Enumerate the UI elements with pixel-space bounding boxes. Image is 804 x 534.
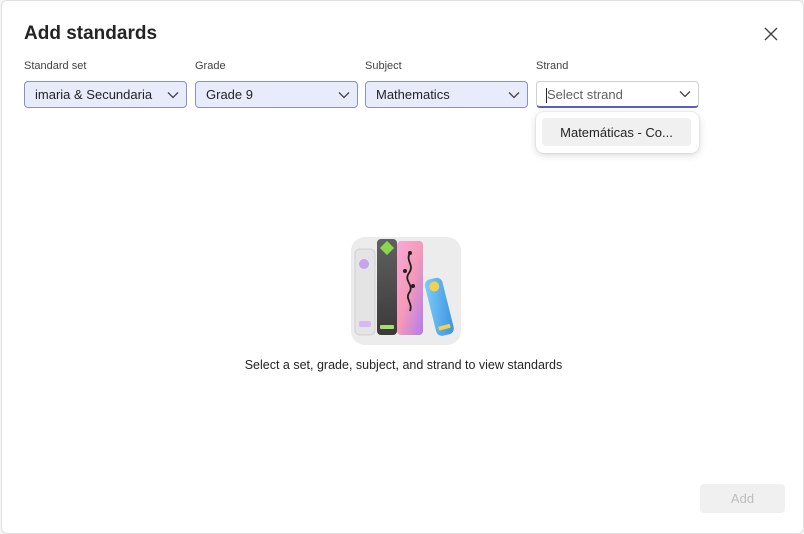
strand-label: Strand: [536, 60, 569, 72]
text-caret: [546, 87, 547, 103]
standard-set-value: imaria & Secundaria: [35, 87, 153, 102]
standard-set-select[interactable]: imaria & Secundaria: [24, 81, 187, 108]
subject-label: Subject: [365, 60, 402, 72]
strand-listbox: Matemáticas - Co...: [536, 112, 699, 153]
chevron-down-icon: [501, 91, 527, 99]
subject-select[interactable]: Mathematics: [365, 81, 528, 108]
chevron-down-icon: [331, 91, 357, 99]
grade-label: Grade: [195, 60, 226, 72]
add-button[interactable]: Add: [700, 484, 785, 513]
strand-placeholder-text: Select strand: [547, 86, 623, 102]
subject-value: Mathematics: [376, 87, 450, 102]
grade-select[interactable]: Grade 9: [195, 81, 358, 108]
empty-state-message: Select a set, grade, subject, and strand…: [244, 358, 563, 372]
standard-set-label: Standard set: [24, 60, 87, 72]
add-standards-dialog: Add standards Standard set imaria & Secu…: [1, 0, 804, 534]
close-button[interactable]: [760, 23, 782, 45]
chevron-down-icon: [672, 90, 698, 98]
strand-combobox[interactable]: Select strand: [536, 81, 699, 108]
close-icon: [764, 27, 778, 41]
grade-value: Grade 9: [206, 87, 253, 102]
dialog-title: Add standards: [24, 23, 158, 44]
chevron-down-icon: [160, 91, 186, 99]
books-illustration: [351, 237, 461, 345]
strand-option[interactable]: Matemáticas - Co...: [542, 118, 691, 146]
strand-placeholder: Select strand: [546, 86, 672, 103]
